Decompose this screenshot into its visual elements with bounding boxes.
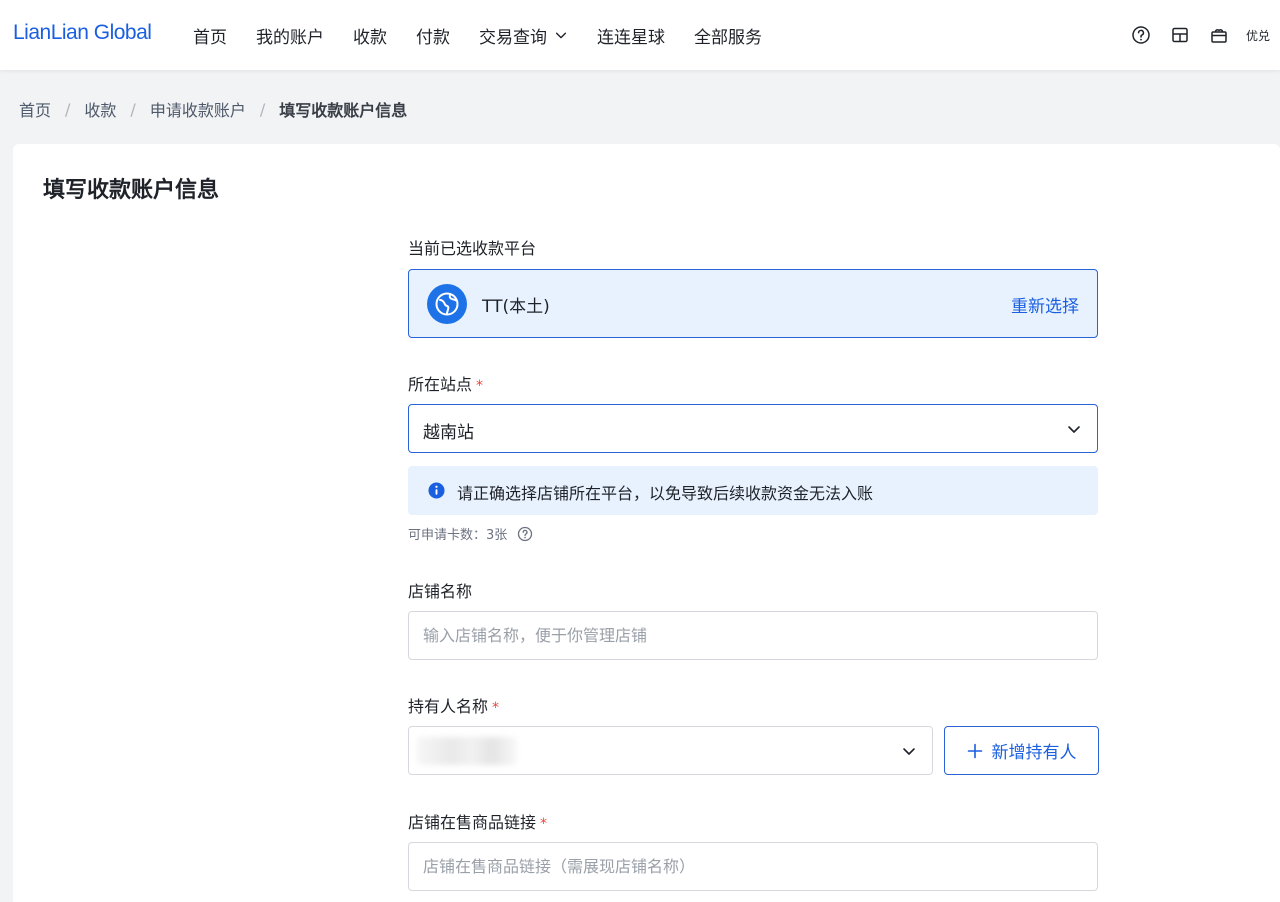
breadcrumb-separator: / xyxy=(130,99,136,119)
breadcrumb-separator: / xyxy=(259,99,266,119)
site-label-text: 所在站点 xyxy=(408,375,473,394)
header-actions: 优兑 xyxy=(1112,0,1270,70)
platform-label: 当前已选收款平台 xyxy=(408,239,537,258)
calendar-icon[interactable] xyxy=(1170,25,1190,45)
breadcrumb-apply-account[interactable]: 申请收款账户 xyxy=(150,97,246,121)
gift-icon[interactable] xyxy=(1209,25,1229,45)
plus-icon xyxy=(967,743,982,758)
info-icon xyxy=(428,482,445,499)
required-mark: * xyxy=(540,816,548,832)
info-notice-text: 请正确选择店铺所在平台，以免导致后续收款资金无法入账 xyxy=(457,484,874,503)
page-title: 填写收款账户信息 xyxy=(43,178,220,203)
required-mark: * xyxy=(476,378,484,394)
required-mark: * xyxy=(492,700,500,716)
chevron-down-icon xyxy=(555,32,567,39)
breadcrumb: 首页 / 收款 / 申请收款账户 / 填写收款账户信息 xyxy=(19,97,407,121)
fx-link[interactable]: 优兑 xyxy=(1246,27,1270,44)
chevron-down-icon xyxy=(903,748,915,755)
shop-name-label: 店铺名称 xyxy=(408,582,473,601)
breadcrumb-separator: / xyxy=(65,99,71,119)
breadcrumb-receive[interactable]: 收款 xyxy=(84,97,116,121)
nav-item-lianlian-planet[interactable]: 连连星球 xyxy=(597,23,665,48)
nav-item-label: 收款 xyxy=(353,27,387,48)
add-holder-button[interactable]: 新增持有人 xyxy=(944,726,1099,775)
help-icon[interactable] xyxy=(517,526,533,542)
top-navbar: LianLian Global 首页 我的账户 收款 付款 交易查询 连连星球 … xyxy=(0,0,1280,70)
nav-item-pay[interactable]: 付款 xyxy=(416,23,450,48)
nav-item-label: 首页 xyxy=(193,27,227,48)
main-nav: 首页 我的账户 收款 付款 交易查询 连连星球 全部服务 xyxy=(193,0,791,70)
brand-logo[interactable]: LianLian Global xyxy=(13,21,152,45)
card-quota-hint: 可申请卡数：3张 xyxy=(408,524,533,543)
nav-item-label: 连连星球 xyxy=(597,27,665,48)
nav-item-all-services[interactable]: 全部服务 xyxy=(694,23,762,48)
platform-name: TT(本土) xyxy=(482,297,550,317)
nav-item-label: 全部服务 xyxy=(694,27,762,48)
selected-platform-card: TT(本土) 重新选择 xyxy=(408,269,1098,338)
redacted-holder-value xyxy=(417,737,517,765)
breadcrumb-current: 填写收款账户信息 xyxy=(279,101,408,120)
form-card: 填写收款账户信息 当前已选收款平台 TT(本土) 重新选择 所在站点 * 越南站 … xyxy=(13,144,1280,902)
site-label: 所在站点 * xyxy=(408,371,483,395)
globe-icon xyxy=(427,284,467,324)
nav-item-home[interactable]: 首页 xyxy=(193,23,227,48)
nav-item-receive[interactable]: 收款 xyxy=(353,23,387,48)
product-link-label-text: 店铺在售商品链接 xyxy=(408,813,537,832)
product-link-input[interactable] xyxy=(408,842,1098,891)
nav-item-label: 交易查询 xyxy=(479,27,547,48)
card-quota-text: 可申请卡数：3张 xyxy=(408,528,508,543)
breadcrumb-home[interactable]: 首页 xyxy=(19,97,51,121)
site-select[interactable]: 越南站 xyxy=(408,404,1098,453)
site-select-value: 越南站 xyxy=(423,423,474,443)
reselect-platform-link[interactable]: 重新选择 xyxy=(1011,292,1079,317)
nav-item-label: 我的账户 xyxy=(256,27,324,48)
help-icon[interactable] xyxy=(1131,25,1151,45)
holder-select[interactable] xyxy=(408,726,933,775)
chevron-down-icon xyxy=(1068,426,1080,433)
holder-label-text: 持有人名称 xyxy=(408,697,489,716)
product-link-label: 店铺在售商品链接 * xyxy=(408,809,547,833)
holder-label: 持有人名称 * xyxy=(408,693,499,717)
nav-item-transactions[interactable]: 交易查询 xyxy=(479,23,568,48)
nav-item-label: 付款 xyxy=(416,27,450,48)
shop-name-input[interactable] xyxy=(408,611,1098,660)
add-holder-label: 新增持有人 xyxy=(991,743,1077,763)
nav-item-my-account[interactable]: 我的账户 xyxy=(256,23,324,48)
info-notice: 请正确选择店铺所在平台，以免导致后续收款资金无法入账 xyxy=(408,466,1098,515)
